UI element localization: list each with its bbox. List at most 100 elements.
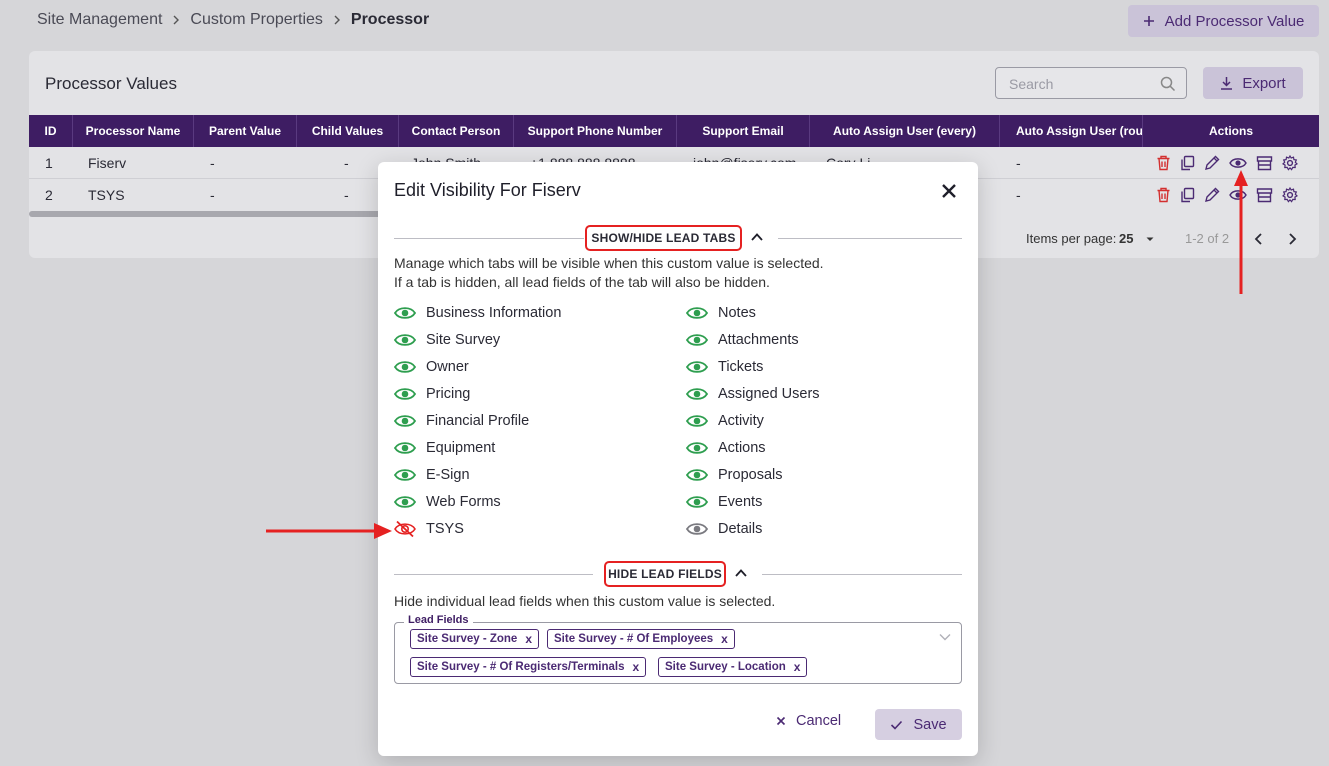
add-processor-value-button[interactable]: Add Processor Value — [1128, 5, 1319, 37]
tab-visibility-item[interactable]: E-Sign — [394, 465, 470, 485]
tab-visibility-item[interactable]: Notes — [686, 303, 756, 323]
eye-icon[interactable] — [394, 494, 416, 510]
chevron-up-icon[interactable] — [734, 567, 748, 579]
column-header[interactable]: Auto Assign User (every) — [810, 115, 1000, 147]
fields-section-header: HIDE LEAD FIELDS — [394, 561, 962, 587]
tab-visibility-item[interactable]: Attachments — [686, 330, 799, 350]
column-header[interactable]: Support Email — [677, 115, 810, 147]
chip-remove-icon[interactable]: x — [525, 632, 532, 646]
chip-remove-icon[interactable]: x — [794, 660, 801, 674]
trash-icon[interactable] — [1156, 155, 1171, 171]
tab-visibility-label: E-Sign — [426, 467, 470, 483]
pencil-icon[interactable] — [1204, 187, 1220, 203]
items-per-page-select[interactable]: 25 — [1119, 231, 1155, 246]
column-header[interactable]: Auto Assign User (round — [1000, 115, 1143, 147]
plus-icon — [1143, 16, 1154, 26]
breadcrumb-custom-properties[interactable]: Custom Properties — [190, 11, 323, 29]
tab-visibility-item[interactable]: Pricing — [394, 384, 470, 404]
tab-visibility-label: Events — [718, 494, 763, 510]
chip-remove-icon[interactable]: x — [633, 660, 640, 674]
eye-icon[interactable] — [686, 467, 708, 483]
field-chip: Site Survey - Location x — [658, 657, 808, 677]
tab-visibility-item[interactable]: Equipment — [394, 438, 495, 458]
trash-icon[interactable] — [1156, 187, 1171, 203]
eye-icon[interactable] — [394, 332, 416, 348]
tab-visibility-item[interactable]: Actions — [686, 438, 766, 458]
eye-icon[interactable] — [686, 305, 708, 321]
gear-icon[interactable] — [1282, 154, 1298, 171]
eye-off-icon[interactable] — [394, 520, 416, 538]
eye-icon[interactable] — [686, 359, 708, 375]
tab-visibility-item[interactable]: Proposals — [686, 465, 782, 485]
eye-icon[interactable] — [394, 386, 416, 402]
store-icon[interactable] — [1256, 187, 1273, 203]
breadcrumb-site-management[interactable]: Site Management — [37, 11, 162, 29]
column-header[interactable]: Contact Person — [399, 115, 514, 147]
tab-visibility-label: Attachments — [718, 332, 799, 348]
tab-visibility-item[interactable]: Details — [686, 519, 762, 539]
tab-visibility-item[interactable]: Owner — [394, 357, 469, 377]
tab-visibility-item[interactable]: Tickets — [686, 357, 763, 377]
eye-icon[interactable] — [394, 413, 416, 429]
tab-visibility-item[interactable]: Activity — [686, 411, 764, 431]
pencil-icon[interactable] — [1204, 155, 1220, 171]
tab-visibility-item[interactable]: Events — [686, 492, 762, 512]
cell-parent: - — [210, 187, 215, 203]
search-input[interactable]: Search — [995, 67, 1187, 99]
chevron-right-icon[interactable] — [1286, 232, 1298, 246]
eye-icon[interactable] — [394, 440, 416, 456]
close-icon[interactable] — [940, 182, 958, 200]
tab-visibility-label: Notes — [718, 305, 756, 321]
tab-visibility-label: Equipment — [426, 440, 496, 456]
eye-icon[interactable] — [686, 440, 708, 456]
tab-visibility-label: Site Survey — [426, 332, 501, 348]
store-icon[interactable] — [1256, 155, 1273, 171]
eye-icon[interactable] — [686, 494, 708, 510]
column-header[interactable]: Child Values — [297, 115, 399, 147]
row-actions — [1143, 147, 1319, 178]
export-button[interactable]: Export — [1203, 67, 1303, 99]
eye-icon[interactable] — [394, 359, 416, 375]
copy-icon[interactable] — [1180, 155, 1195, 171]
column-header[interactable]: ID — [29, 115, 73, 147]
tab-visibility-item[interactable]: Site Survey — [394, 330, 500, 350]
tab-visibility-label: Details — [718, 521, 763, 537]
eye-icon[interactable] — [686, 332, 708, 348]
column-header[interactable]: Support Phone Number — [514, 115, 677, 147]
chevron-down-icon — [1146, 237, 1154, 241]
export-label: Export — [1242, 74, 1286, 92]
fields-description: Hide individual lead fields when this cu… — [394, 593, 776, 609]
items-per-page-label: Items per page: — [1026, 231, 1117, 246]
divider — [394, 574, 593, 575]
chevron-right-icon — [334, 15, 340, 25]
table-header: ID Processor Name Parent Value Child Val… — [29, 115, 1319, 147]
chevron-left-icon[interactable] — [1253, 232, 1265, 246]
column-header[interactable]: Processor Name — [73, 115, 194, 147]
chevron-down-icon[interactable] — [938, 632, 952, 642]
eye-icon[interactable] — [394, 467, 416, 483]
eye-icon[interactable] — [394, 305, 416, 321]
copy-icon[interactable] — [1180, 187, 1195, 203]
eye-icon[interactable] — [686, 386, 708, 402]
download-icon — [1221, 77, 1233, 90]
tab-visibility-item[interactable]: Financial Profile — [394, 411, 529, 431]
cancel-button[interactable]: Cancel — [776, 713, 841, 729]
lead-fields-legend: Lead Fields — [404, 614, 473, 626]
tab-visibility-item[interactable]: Assigned Users — [686, 384, 820, 404]
column-header[interactable]: Parent Value — [194, 115, 297, 147]
tab-visibility-label: Actions — [718, 440, 766, 456]
tab-visibility-item[interactable]: TSYS — [394, 519, 464, 539]
tab-visibility-item[interactable]: Web Forms — [394, 492, 501, 512]
tabs-description: Manage which tabs will be visible when t… — [394, 254, 824, 292]
gear-icon[interactable] — [1282, 187, 1298, 203]
chip-label: Site Survey - Location — [665, 661, 786, 673]
eye-icon[interactable] — [686, 413, 708, 429]
chip-remove-icon[interactable]: x — [721, 632, 728, 646]
breadcrumb-current: Processor — [350, 11, 430, 28]
save-button[interactable]: Save — [875, 709, 962, 740]
chevron-up-icon[interactable] — [750, 231, 764, 243]
cell-auto-round: - — [1016, 187, 1021, 203]
tab-visibility-item[interactable]: Business Information — [394, 303, 561, 323]
cell-id: 2 — [45, 187, 53, 203]
cell-name: TSYS — [88, 187, 125, 203]
